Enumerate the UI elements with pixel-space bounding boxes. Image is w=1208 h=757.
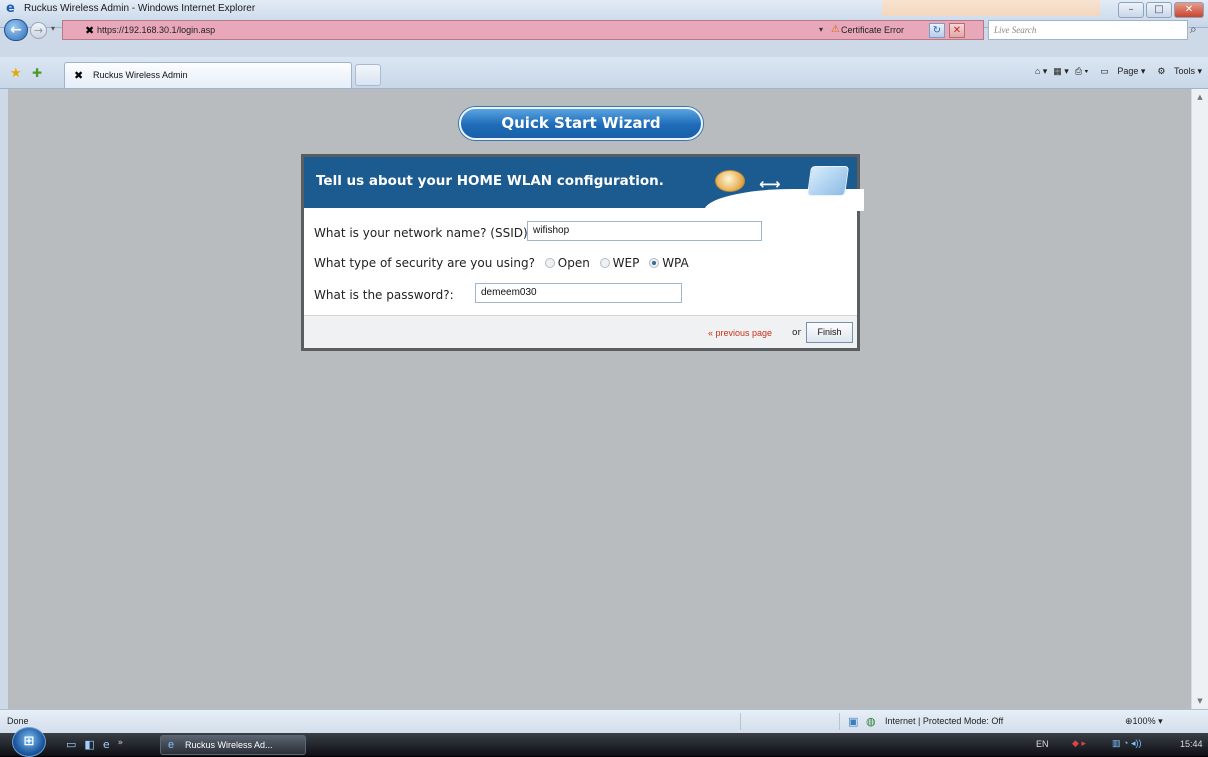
ssid-row: What is your network name? (SSID) xyxy=(314,226,528,240)
ie-task-icon: e xyxy=(168,739,175,751)
previous-page-link[interactable]: « previous page xyxy=(708,328,772,338)
address-dropdown-icon[interactable]: ▾ xyxy=(819,25,823,34)
security-row: What type of security are you using? Ope… xyxy=(314,256,689,270)
ssid-label: What is your network name? (SSID) xyxy=(314,226,528,240)
security-wep-radio[interactable] xyxy=(599,258,610,268)
quick-launch: ▭ ◧ e » xyxy=(66,738,131,751)
clock[interactable]: 15:44 xyxy=(1180,739,1203,749)
tools-menu-label: Tools xyxy=(1173,66,1195,76)
address-bar[interactable]: ✖ https://192.168.30.1/login.asp ▾ ⚠ Cer… xyxy=(62,20,984,40)
recent-pages-dropdown[interactable]: ▾ xyxy=(51,24,55,33)
gear-icon: ⚙ xyxy=(1157,66,1168,76)
globe-icon: ◍ xyxy=(866,715,876,728)
taskbar-window-label: Ruckus Wireless Ad... xyxy=(185,740,273,750)
ie-logo-icon: e xyxy=(6,1,15,16)
forward-button[interactable]: → xyxy=(30,22,47,39)
status-bar: Done ▣ ◍ Internet | Protected Mode: Off … xyxy=(0,709,1208,733)
close-button[interactable]: ✕ xyxy=(1174,2,1204,18)
status-text: Done xyxy=(7,716,29,726)
window-title: Ruckus Wireless Admin - Windows Internet… xyxy=(24,3,256,14)
security-wpa-radio[interactable] xyxy=(649,258,660,268)
or-text: or xyxy=(792,328,802,338)
panel-title: Tell us about your HOME WLAN configurati… xyxy=(316,173,664,189)
certificate-error-button[interactable]: Certificate Error xyxy=(841,25,904,35)
ie-quicklaunch-icon[interactable]: e xyxy=(103,738,110,751)
tab-label: Ruckus Wireless Admin xyxy=(93,70,188,80)
new-tab-button[interactable] xyxy=(355,64,381,86)
navigation-bar: ← → ▾ ✖ https://192.168.30.1/login.asp ▾… xyxy=(0,17,1208,43)
page-icon: ▭ xyxy=(1100,66,1112,76)
tray-volume-icon[interactable]: ▥ ◔ ◂)) xyxy=(1112,738,1141,749)
start-button[interactable]: ⊞ xyxy=(12,727,46,757)
language-indicator[interactable]: EN xyxy=(1036,739,1049,749)
stop-button[interactable]: ✕ xyxy=(949,23,965,38)
tab-bar: ★ ✚ ✖ Ruckus Wireless Admin ⌂ ▾ ▦ ▾ ⎙ ▾ … xyxy=(0,57,1208,89)
certificate-warning-icon: ⚠ xyxy=(831,24,840,35)
search-placeholder: Live Search xyxy=(994,25,1037,35)
command-bar: ⌂ ▾ ▦ ▾ ⎙ ▾ ▭ Page ▾ ⚙ Tools ▾ xyxy=(1029,66,1202,77)
wlan-config-panel: Tell us about your HOME WLAN configurati… xyxy=(301,154,864,351)
password-input[interactable]: demeem030 xyxy=(475,283,682,303)
favorites-star-icon[interactable]: ★ xyxy=(10,66,22,81)
switch-windows-icon[interactable]: ◧ xyxy=(84,738,94,751)
panel-footer: « previous page or Finish xyxy=(304,315,857,348)
feeds-icon[interactable]: ▦ ▾ xyxy=(1053,66,1069,77)
home-icon[interactable]: ⌂ ▾ xyxy=(1035,66,1047,77)
window-controls: – □ ✕ xyxy=(1116,2,1204,18)
taskbar-window-button[interactable]: e Ruckus Wireless Ad... xyxy=(160,735,306,755)
transfer-arrows-icon: ⟷ xyxy=(759,175,781,193)
search-input[interactable]: Live Search xyxy=(988,20,1188,40)
security-wpa-label: WPA xyxy=(662,256,689,270)
address-url[interactable]: https://192.168.30.1/login.asp xyxy=(97,25,215,35)
security-label: What type of security are you using? xyxy=(314,256,535,270)
windows-logo-icon: ⊞ xyxy=(23,734,35,749)
ssid-input[interactable]: wifishop xyxy=(527,221,762,241)
quick-start-wizard-button[interactable]: Quick Start Wizard xyxy=(459,107,703,140)
title-bar-highlight xyxy=(882,0,1100,16)
forward-arrow-icon: → xyxy=(33,24,44,37)
add-favorites-icon[interactable]: ✚ xyxy=(32,66,42,80)
security-open-label: Open xyxy=(557,256,590,270)
password-label: What is the password?: xyxy=(314,288,454,302)
page-menu-label: Page xyxy=(1117,66,1139,76)
password-row: What is the password?: xyxy=(314,288,454,302)
bits-label: 101010 xyxy=(760,193,780,199)
maximize-button[interactable]: □ xyxy=(1146,2,1172,18)
browser-window: e Ruckus Wireless Admin - Windows Intern… xyxy=(0,0,1208,757)
back-button[interactable]: ← xyxy=(4,19,28,41)
back-arrow-icon: ← xyxy=(10,22,22,38)
vertical-scrollbar[interactable]: ▲ ▼ xyxy=(1191,89,1208,709)
tray-network-icon[interactable]: ◆ ▸ xyxy=(1072,738,1086,749)
tab-favicon-icon: ✖ xyxy=(74,69,84,82)
tools-menu[interactable]: ⚙ Tools ▾ xyxy=(1151,66,1202,77)
window-left-border xyxy=(0,89,8,709)
search-icon[interactable]: ⌕ xyxy=(1190,22,1197,37)
zoom-value: 100% xyxy=(1132,716,1156,726)
scroll-up-icon[interactable]: ▲ xyxy=(1192,89,1208,105)
protected-mode-icon: ▣ xyxy=(848,715,859,728)
security-open-radio[interactable] xyxy=(544,258,555,268)
zoom-level[interactable]: ⊕100% ▾ xyxy=(1125,716,1163,727)
laptop-icon xyxy=(806,166,850,196)
quick-launch-chevron-icon[interactable]: » xyxy=(118,738,124,751)
show-desktop-icon[interactable]: ▭ xyxy=(66,738,76,751)
tab-ruckus-admin[interactable]: ✖ Ruckus Wireless Admin xyxy=(64,62,352,88)
status-separators xyxy=(740,713,840,730)
finish-button[interactable]: Finish xyxy=(806,322,853,343)
refresh-button[interactable]: ↻ xyxy=(929,23,945,38)
taskbar: ⊞ ▭ ◧ e » e Ruckus Wireless Ad... EN ◆ ▸… xyxy=(0,727,1208,757)
scroll-down-icon[interactable]: ▼ xyxy=(1192,693,1208,709)
print-icon[interactable]: ⎙ ▾ xyxy=(1075,66,1088,77)
panel-header: Tell us about your HOME WLAN configurati… xyxy=(304,157,864,211)
security-wep-label: WEP xyxy=(612,256,640,270)
page-menu[interactable]: ▭ Page ▾ xyxy=(1094,66,1145,77)
zoom-icon: ⊕ xyxy=(1125,716,1133,726)
minimize-button[interactable]: – xyxy=(1118,2,1144,18)
security-zone[interactable]: Internet | Protected Mode: Off xyxy=(885,716,1003,726)
router-icon xyxy=(715,170,745,192)
site-favicon-icon: ✖ xyxy=(85,24,95,37)
